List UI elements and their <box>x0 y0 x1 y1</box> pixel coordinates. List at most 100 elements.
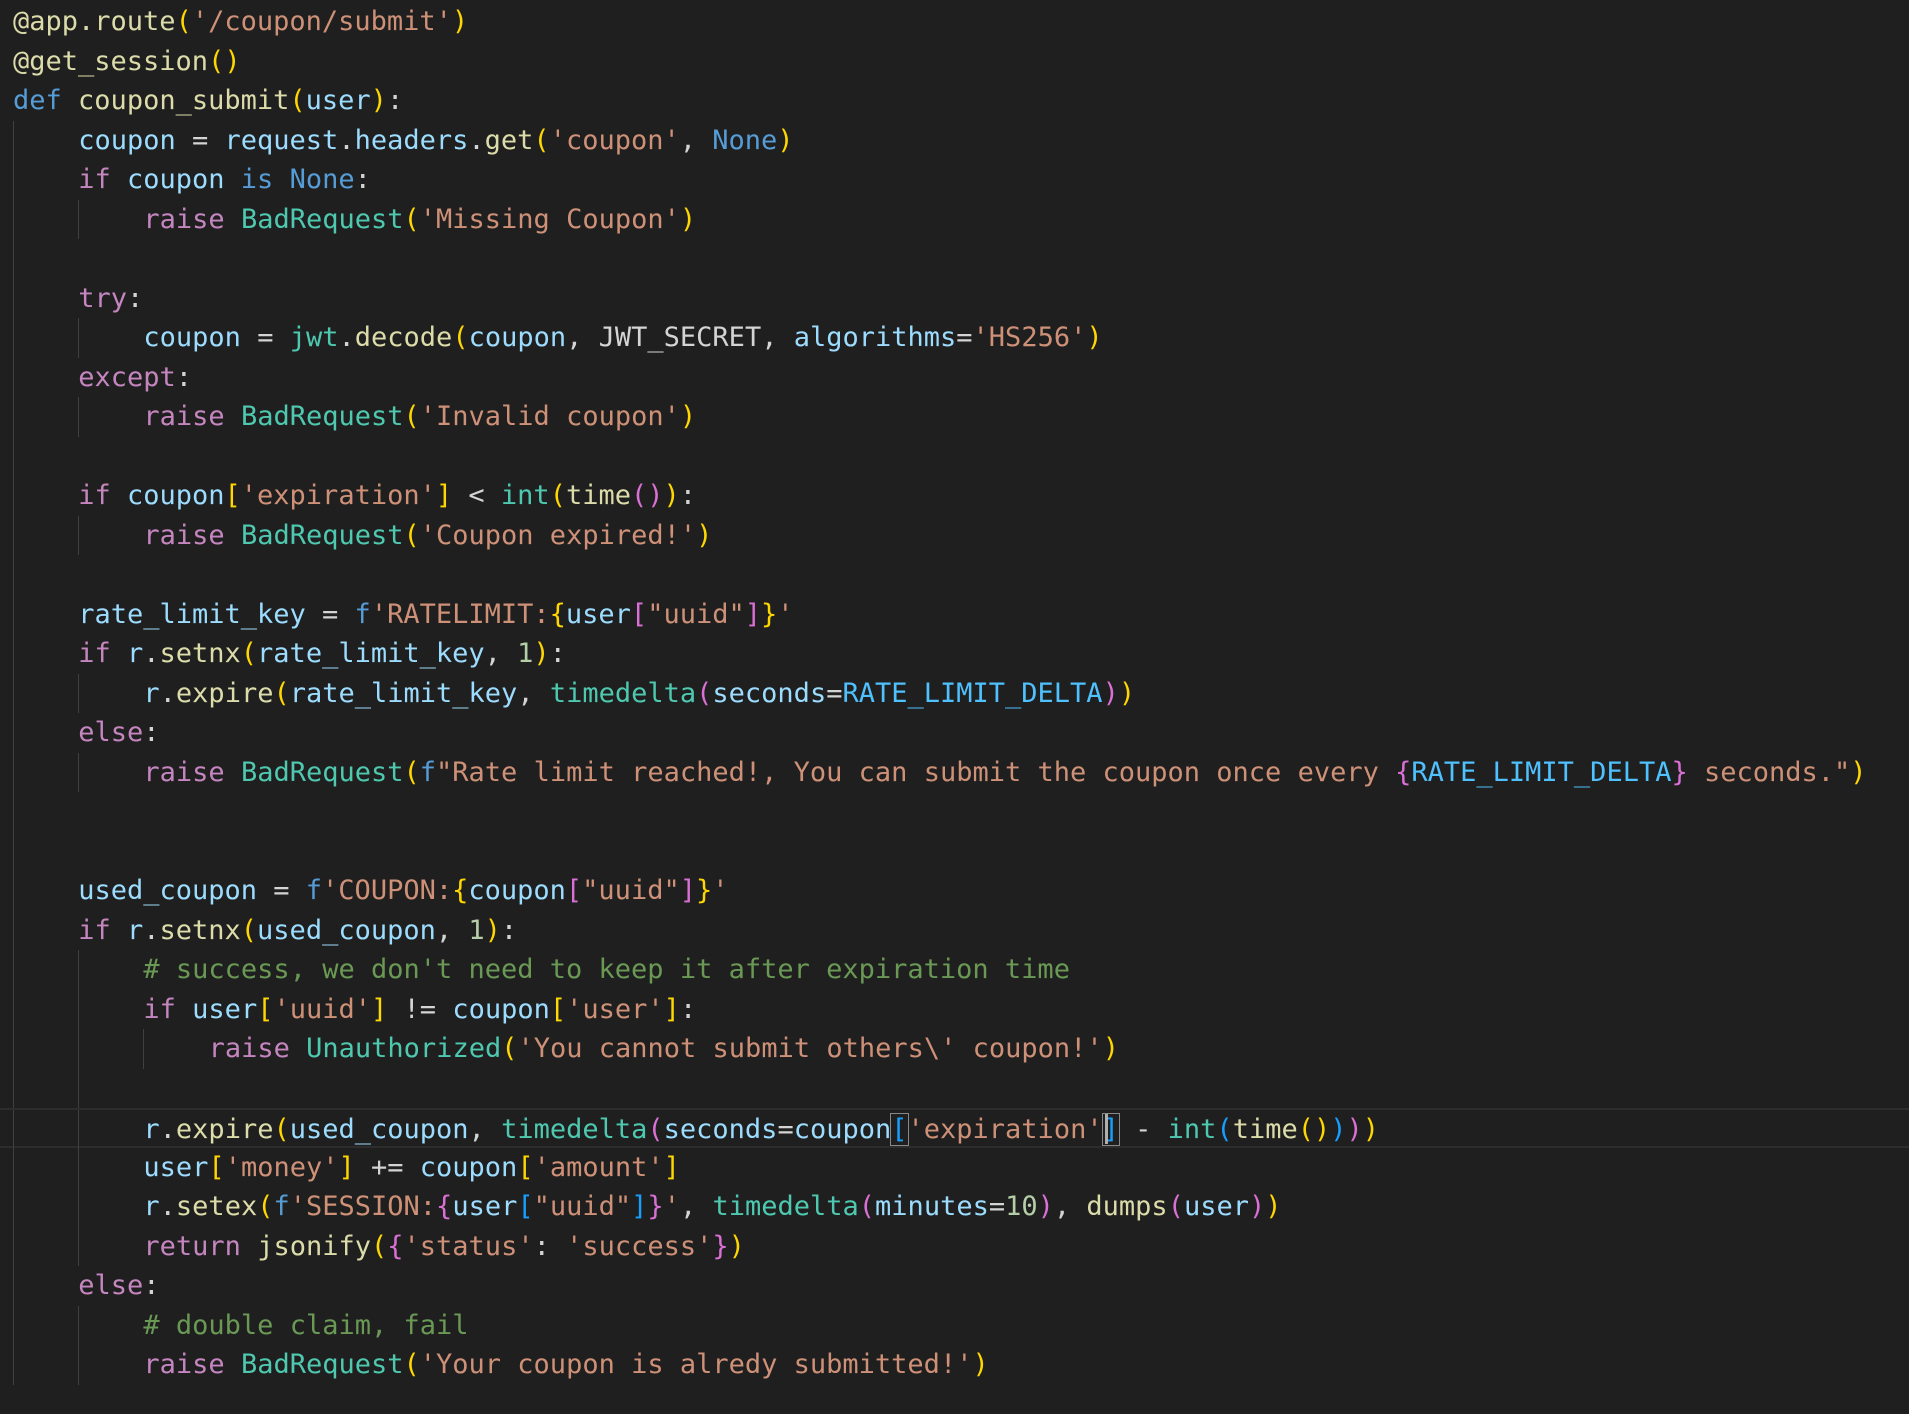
code-line[interactable]: try: <box>0 278 1909 318</box>
code-line[interactable]: if r.setnx(used_coupon, 1): <box>0 910 1909 951</box>
code-line[interactable]: # double claim, fail <box>0 1305 1909 1345</box>
code-token: coupon <box>468 322 567 353</box>
code-line[interactable]: if r.setnx(rate_limit_key, 1): <box>0 634 1909 674</box>
code-token: f <box>354 598 371 630</box>
code-line[interactable] <box>0 1068 1909 1108</box>
code-line[interactable]: if user['uuid'] != coupon['user']: <box>0 989 1909 1029</box>
code-line[interactable] <box>0 436 1909 476</box>
code-token: ' <box>712 875 729 906</box>
code-token: ( <box>1216 1114 1233 1145</box>
code-token: ( <box>175 6 192 37</box>
code-token: ( <box>403 401 420 432</box>
code-token: try <box>78 282 127 314</box>
code-text: if r.setnx(rate_limit_key, 1): <box>78 634 566 674</box>
code-token: . <box>468 124 485 156</box>
code-token: ( <box>452 322 469 353</box>
code-token: user <box>565 598 631 630</box>
code-line[interactable]: raise BadRequest('Coupon expired!') <box>0 515 1909 555</box>
code-editor[interactable]: @app.route('/coupon/submit') @get_session… <box>0 0 1909 1414</box>
code-token: setex <box>175 1191 258 1222</box>
code-line[interactable]: @get_session() <box>0 42 1909 82</box>
code-token: 'COUPON: <box>322 875 453 906</box>
code-token: , <box>679 124 713 156</box>
code-token: { <box>1395 756 1412 788</box>
code-token: ) <box>1330 1114 1347 1145</box>
code-token: ( <box>240 638 258 669</box>
code-token: = <box>175 124 225 156</box>
code-token: BadRequest <box>240 203 404 235</box>
code-token: user <box>143 1151 209 1183</box>
code-line[interactable]: r.expire(rate_limit_key, timedelta(secon… <box>0 673 1909 713</box>
code-line[interactable]: coupon = jwt.decode(coupon, JWT_SECRET, … <box>0 318 1909 358</box>
code-token: # double claim, fail <box>143 1309 469 1341</box>
code-token: : <box>533 1230 567 1262</box>
indent-guide <box>13 950 14 990</box>
code-token: ( <box>403 756 420 788</box>
code-line[interactable]: raise BadRequest('Your coupon is alredy … <box>0 1345 1909 1385</box>
code-token: 'Invalid coupon' <box>419 401 680 432</box>
code-line[interactable]: r.expire(used_coupon, timedelta(seconds=… <box>0 1108 1909 1150</box>
code-token: 'status' <box>403 1230 534 1262</box>
code-line[interactable] <box>0 831 1909 871</box>
code-token: 'coupon' <box>549 124 680 156</box>
code-line[interactable]: except: <box>0 357 1909 398</box>
code-line[interactable]: return jsonify({'status': 'success'}) <box>0 1226 1909 1266</box>
code-token: 1 <box>517 638 534 669</box>
code-token: , <box>761 322 794 353</box>
code-line[interactable]: if coupon is None: <box>0 160 1909 200</box>
code-line[interactable]: user['money'] += coupon['amount'] <box>0 1147 1909 1187</box>
code-token: ) <box>777 124 794 156</box>
code-token: 10 <box>1005 1191 1038 1222</box>
indent-guide <box>13 871 14 911</box>
code-token: except <box>78 361 176 393</box>
code-line[interactable]: def coupon_submit(user): <box>0 81 1909 121</box>
code-token: expire <box>175 1114 274 1145</box>
code-line[interactable]: else: <box>0 713 1909 753</box>
code-token: ( <box>403 519 420 551</box>
code-line[interactable] <box>0 239 1909 279</box>
code-line[interactable]: # success, we don't need to keep it afte… <box>0 950 1909 990</box>
code-line[interactable]: r.setex(f'SESSION:{user["uuid"]}', timed… <box>0 1187 1909 1227</box>
code-text: if coupon['expiration'] < int(time()): <box>78 476 696 516</box>
code-line[interactable]: coupon = request.headers.get('coupon', N… <box>0 120 1909 160</box>
code-line[interactable] <box>0 792 1909 832</box>
code-token: [ <box>517 1151 534 1183</box>
code-token: setnx <box>159 638 241 669</box>
code-text: except: <box>78 358 192 398</box>
code-token: ] <box>663 993 680 1025</box>
code-line[interactable]: raise BadRequest(f"Rate limit reached!, … <box>0 752 1909 792</box>
code-line[interactable]: rate_limit_key = f'RATELIMIT:{user["uuid… <box>0 594 1909 634</box>
code-token: { <box>387 1230 404 1262</box>
indent-guide <box>78 752 80 792</box>
code-line[interactable]: used_coupon = f'COUPON:{coupon["uuid"]}' <box>0 871 1909 911</box>
code-token: [ <box>549 993 567 1025</box>
indent-guide <box>13 357 14 397</box>
code-token: 'expiration' <box>907 1114 1103 1145</box>
code-token: rate_limit_key <box>289 677 518 709</box>
code-token: else <box>78 717 144 748</box>
code-line[interactable]: raise BadRequest('Invalid coupon') <box>0 397 1909 437</box>
code-line[interactable]: else: <box>0 1266 1909 1306</box>
code-text: if r.setnx(used_coupon, 1): <box>78 911 517 951</box>
code-token: = <box>777 1114 794 1145</box>
code-line[interactable] <box>0 555 1909 595</box>
code-token: 'uuid' <box>273 993 372 1025</box>
code-token: - <box>1118 1114 1168 1145</box>
code-token: if <box>78 638 111 669</box>
code-token: } <box>695 875 713 906</box>
code-token: 'You cannot submit others\' coupon!' <box>517 1033 1103 1064</box>
code-token: ) <box>663 480 680 511</box>
code-token: 'RATELIMIT: <box>370 598 550 630</box>
code-line[interactable]: @app.route('/coupon/submit') <box>0 2 1909 42</box>
code-line[interactable]: raise Unauthorized('You cannot submit ot… <box>0 1029 1909 1069</box>
code-line[interactable]: if coupon['expiration'] < int(time()): <box>0 476 1909 516</box>
indent-guide <box>13 397 14 437</box>
code-line[interactable]: raise BadRequest('Missing Coupon') <box>0 199 1909 239</box>
code-token: ) <box>533 638 550 669</box>
indent-guide <box>78 397 80 437</box>
indent-guide <box>13 1068 14 1108</box>
